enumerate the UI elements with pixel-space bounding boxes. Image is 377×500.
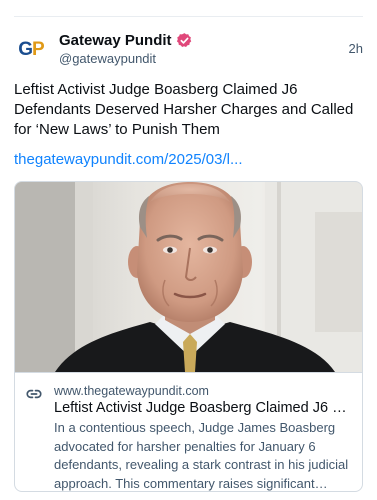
post-header: GP Gateway Pundit @gatewaypundit 2h [14,30,363,70]
card-divider [15,372,362,373]
post-text: Leftist Activist Judge Boasberg Claimed … [14,81,354,138]
post-timestamp[interactable]: 2h [349,41,363,56]
link-icon [26,389,42,399]
author-display-name[interactable]: Gateway Pundit [59,32,172,49]
avatar[interactable]: GP [14,33,48,67]
name-row: Gateway Pundit [59,30,193,50]
verified-badge-icon [176,32,191,47]
top-divider [14,16,363,17]
link-card-description: In a contentious speech, Judge James Boa… [54,420,349,491]
avatar-logo: GP [18,39,44,60]
judge-portrait-image [15,182,362,372]
link-card-domain: www.thegatewaypundit.com [54,384,209,398]
link-card-image[interactable] [15,182,362,372]
author-handle[interactable]: @gatewaypundit [59,51,193,66]
post-link[interactable]: thegatewaypundit.com/2025/03/l... [14,150,243,170]
link-card-title[interactable]: Leftist Activist Judge Boasberg Claimed … [54,399,354,418]
link-card[interactable]: www.thegatewaypundit.com Leftist Activis… [14,181,363,492]
author-info: Gateway Pundit @gatewaypundit [59,30,193,66]
